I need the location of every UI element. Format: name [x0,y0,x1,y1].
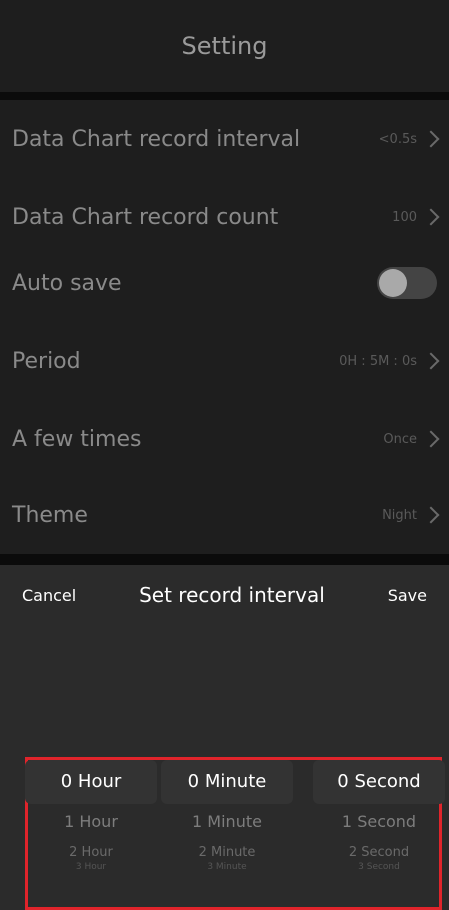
auto-save-row: Auto save [0,244,449,322]
record-interval-row[interactable]: Data Chart record interval <0.5s [0,100,449,178]
theme-group: Theme Night [0,476,449,554]
auto-save-label: Auto save [12,270,122,296]
period-label: Period [12,348,81,374]
record-count-value: 100 [392,209,417,225]
page-title: Setting [181,32,268,60]
hour-option[interactable]: 2 Hour [25,845,157,860]
second-option[interactable]: 2 Second [313,845,445,860]
minute-option[interactable]: 1 Minute [161,812,293,831]
period-value: 0H : 5M : 0s [339,353,417,369]
sheet-toolbar: Cancel Set record interval Save [0,565,449,625]
header: Setting [0,0,449,92]
second-option[interactable]: 1 Second [313,812,445,831]
record-interval-sheet: Cancel Set record interval Save 0 Hour 1… [0,565,449,910]
hour-option[interactable]: 3 Hour [25,862,157,872]
second-option[interactable]: 3 Second [313,862,445,872]
period-row[interactable]: Period 0H : 5M : 0s [0,322,449,400]
record-count-label: Data Chart record count [12,204,279,230]
chevron-right-icon [422,506,440,524]
theme-value: Night [382,507,417,523]
cancel-button[interactable]: Cancel [22,586,76,605]
minute-option[interactable]: 2 Minute [161,845,293,860]
theme-row[interactable]: Theme Night [0,476,449,554]
chevron-right-icon [422,430,440,448]
sheet-title: Set record interval [139,583,325,607]
minute-option[interactable]: 3 Minute [161,862,293,872]
record-interval-label: Data Chart record interval [12,126,301,152]
record-settings-group: Data Chart record interval <0.5s Data Ch… [0,100,449,256]
times-label: A few times [12,426,142,452]
times-value: Once [383,431,417,447]
minute-wheel[interactable]: 0 Minute 1 Minute 2 Minute 3 Minute [161,760,293,910]
interval-picker: 0 Hour 1 Hour 2 Hour 3 Hour 0 Minute 1 M… [25,757,445,910]
hour-option[interactable]: 1 Hour [25,812,157,831]
toggle-knob [379,269,407,297]
auto-save-toggle[interactable] [377,267,437,299]
second-wheel[interactable]: 0 Second 1 Second 2 Second 3 Second [313,760,445,910]
hour-wheel[interactable]: 0 Hour 1 Hour 2 Hour 3 Hour [25,760,157,910]
record-interval-value: <0.5s [378,131,417,147]
minute-selected: 0 Minute [161,760,293,804]
save-button[interactable]: Save [388,586,427,605]
chevron-right-icon [422,130,440,148]
auto-save-group: Auto save Period 0H : 5M : 0s A few time… [0,244,449,478]
theme-label: Theme [12,502,88,528]
times-row[interactable]: A few times Once [0,400,449,478]
chevron-right-icon [422,352,440,370]
second-selected: 0 Second [313,760,445,804]
hour-selected: 0 Hour [25,760,157,804]
chevron-right-icon [422,208,440,226]
